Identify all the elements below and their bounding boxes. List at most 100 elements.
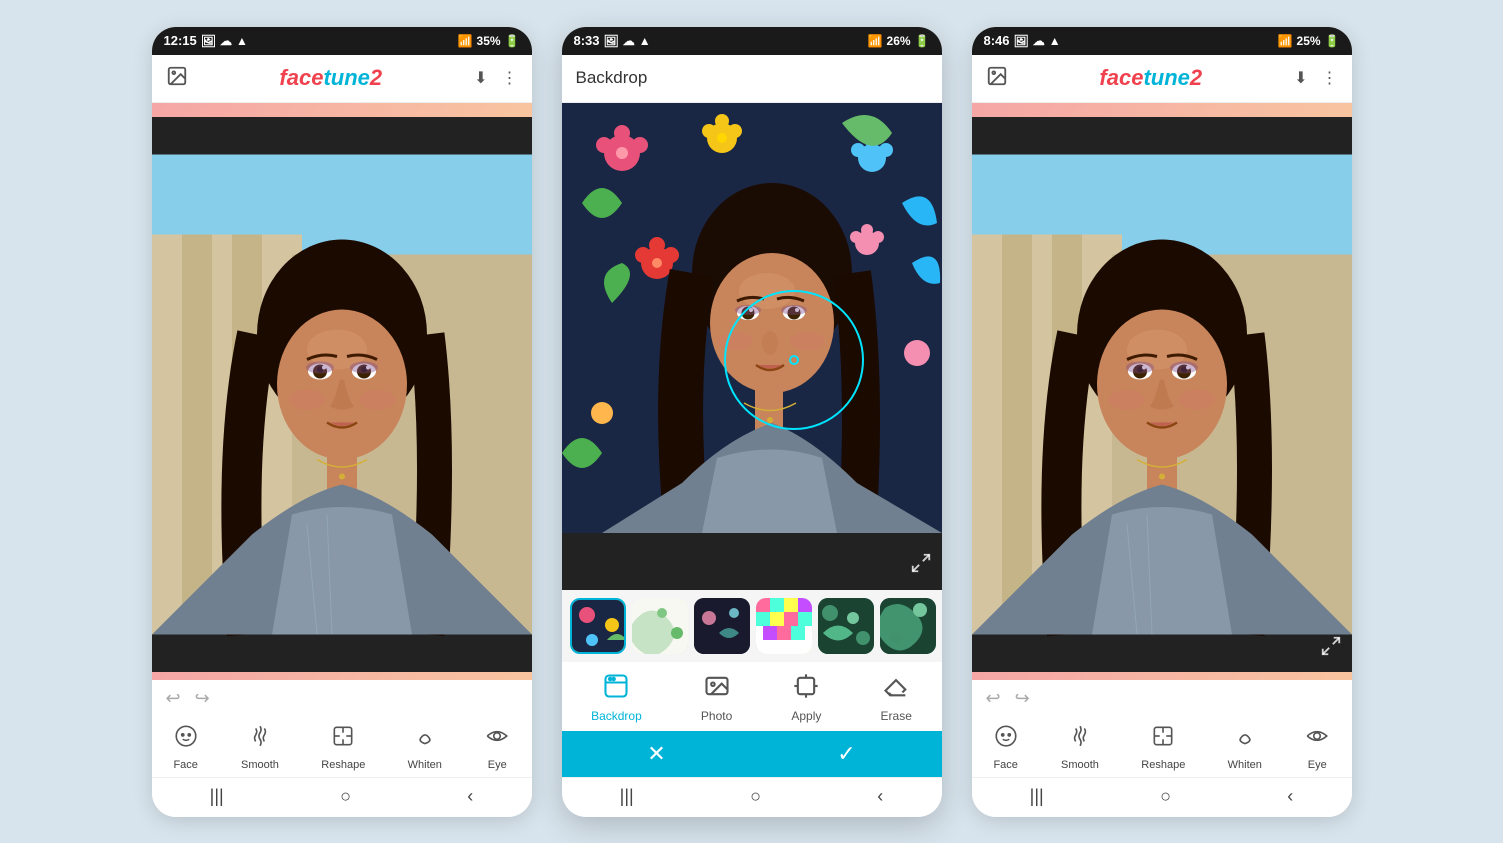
reshape-label-right: Reshape bbox=[1141, 759, 1185, 771]
battery-right: 25% bbox=[1297, 34, 1321, 48]
status-bar-middle: 8:33 🖼 ☁ ▲ 📶 26% 🔋 bbox=[562, 27, 942, 55]
logo-two: 2 bbox=[370, 65, 382, 90]
tool-smooth-left[interactable]: Smooth bbox=[241, 723, 279, 771]
photo-label: Photo bbox=[701, 709, 732, 723]
face-label-left: Face bbox=[173, 759, 197, 771]
erase-label: Erase bbox=[881, 709, 912, 723]
tool-backdrop[interactable]: Backdrop bbox=[591, 672, 642, 723]
bottom-area-right: ↩ ↪ Face bbox=[972, 672, 1352, 817]
gallery-icon-right[interactable] bbox=[986, 65, 1008, 92]
status-bar-left: 12:15 🖼 ☁ ▲ 📶 35% 🔋 bbox=[152, 27, 532, 55]
tool-face-left[interactable]: Face bbox=[173, 723, 199, 771]
gallery-icon-left[interactable] bbox=[166, 65, 188, 92]
smooth-label-left: Smooth bbox=[241, 759, 279, 771]
tool-reshape-left[interactable]: Reshape bbox=[321, 723, 365, 771]
undo-area-left: ↩ ↪ bbox=[152, 680, 532, 713]
nav-back-left[interactable]: ‹ bbox=[467, 786, 473, 807]
backdrop-thumb-6[interactable] bbox=[880, 598, 936, 654]
backdrop-thumb-4[interactable] bbox=[756, 598, 812, 654]
tool-apply[interactable]: Apply bbox=[791, 672, 821, 723]
nav-menu-right[interactable]: ||| bbox=[1030, 786, 1044, 807]
backdrop-thumb-2[interactable] bbox=[632, 598, 688, 654]
face-icon-right bbox=[993, 723, 1019, 755]
tool-erase[interactable]: Erase bbox=[881, 672, 912, 723]
tool-reshape-right[interactable]: Reshape bbox=[1141, 723, 1185, 771]
time-right: 8:46 bbox=[984, 33, 1010, 48]
nav-menu-left[interactable]: ||| bbox=[210, 786, 224, 807]
header-icons-left: ⬇ ⋮ bbox=[474, 68, 517, 88]
backdrop-title: Backdrop bbox=[576, 68, 648, 88]
redo-icon-right[interactable]: ↪ bbox=[1015, 688, 1030, 709]
photo-icon-middle: 🖼 bbox=[604, 34, 619, 48]
whiten-icon-left bbox=[412, 723, 438, 755]
erase-icon bbox=[882, 672, 910, 705]
backdrop-icon bbox=[602, 672, 630, 705]
tool-smooth-right[interactable]: Smooth bbox=[1061, 723, 1099, 771]
corner-crop-icon[interactable] bbox=[910, 552, 932, 580]
nav-bar-right: ||| ○ ‹ bbox=[972, 777, 1352, 817]
bottom-area-left: ↩ ↪ Face bbox=[152, 672, 532, 817]
face-icon-left bbox=[173, 723, 199, 755]
eye-icon-left bbox=[484, 723, 510, 755]
phone-middle: 8:33 🖼 ☁ ▲ 📶 26% 🔋 Backdrop bbox=[562, 27, 942, 817]
nav-back-middle[interactable]: ‹ bbox=[877, 786, 883, 807]
backdrop-thumb-3[interactable] bbox=[694, 598, 750, 654]
backdrop-thumb-5[interactable] bbox=[818, 598, 874, 654]
nav-bar-left: ||| ○ ‹ bbox=[152, 777, 532, 817]
photo-area-left bbox=[152, 117, 532, 672]
undo-icon-right[interactable]: ↩ bbox=[986, 688, 1001, 709]
nav-home-left[interactable]: ○ bbox=[340, 786, 351, 807]
confirm-bar: ✕ ✓ bbox=[562, 731, 942, 777]
more-icon-right[interactable]: ⋮ bbox=[1322, 68, 1338, 88]
tool-whiten-left[interactable]: Whiten bbox=[408, 723, 442, 771]
backdrop-photo bbox=[562, 103, 942, 533]
eye-label-right: Eye bbox=[1308, 759, 1327, 771]
reshape-icon-right bbox=[1150, 723, 1176, 755]
battery-icon-left: 🔋 bbox=[505, 34, 520, 48]
signal-icon-middle: ▲ bbox=[639, 34, 651, 48]
apply-icon bbox=[792, 672, 820, 705]
tool-eye-left[interactable]: Eye bbox=[484, 723, 510, 771]
tool-eye-right[interactable]: Eye bbox=[1304, 723, 1330, 771]
photo-icon-left: 🖼 bbox=[201, 34, 216, 48]
logo-two-right: 2 bbox=[1190, 65, 1202, 90]
corner-crop-icon-right[interactable] bbox=[1320, 635, 1342, 662]
wifi-icon-left: 📶 bbox=[458, 34, 473, 48]
backdrop-thumb-1[interactable] bbox=[570, 598, 626, 654]
cancel-button[interactable]: ✕ bbox=[562, 731, 752, 777]
smooth-label-right: Smooth bbox=[1061, 759, 1099, 771]
tool-face-right[interactable]: Face bbox=[993, 723, 1019, 771]
ok-button[interactable]: ✓ bbox=[752, 731, 942, 777]
cloud-icon-left: ☁ bbox=[220, 34, 232, 48]
middle-tools-row: Backdrop Photo bbox=[562, 662, 942, 731]
portrait-right bbox=[972, 117, 1352, 672]
wifi-icon-right: 📶 bbox=[1278, 34, 1293, 48]
tool-photo[interactable]: Photo bbox=[701, 672, 732, 723]
nav-home-right[interactable]: ○ bbox=[1160, 786, 1171, 807]
accent-bar-right bbox=[972, 103, 1352, 117]
accent-bar-left bbox=[152, 103, 532, 117]
download-icon-right[interactable]: ⬇ bbox=[1294, 68, 1307, 88]
tool-whiten-right[interactable]: Whiten bbox=[1228, 723, 1262, 771]
header-icons-right: ⬇ ⋮ bbox=[1294, 68, 1337, 88]
whiten-label-left: Whiten bbox=[408, 759, 442, 771]
bottom-bar-accent-right bbox=[972, 672, 1352, 680]
time-left: 12:15 bbox=[164, 33, 197, 48]
nav-menu-middle[interactable]: ||| bbox=[620, 786, 634, 807]
reshape-icon-left bbox=[330, 723, 356, 755]
undo-icon-left[interactable]: ↩ bbox=[166, 688, 181, 709]
wifi-icon-middle: 📶 bbox=[868, 34, 883, 48]
arrow-icon-right: ▲ bbox=[1049, 34, 1061, 48]
photo-icon bbox=[703, 672, 731, 705]
more-icon-left[interactable]: ⋮ bbox=[502, 68, 518, 88]
download-icon-left[interactable]: ⬇ bbox=[474, 68, 487, 88]
nav-home-middle[interactable]: ○ bbox=[750, 786, 761, 807]
redo-icon-left[interactable]: ↪ bbox=[195, 688, 210, 709]
logo-tune-right: tune bbox=[1143, 65, 1189, 90]
battery-icon-middle: 🔋 bbox=[915, 34, 930, 48]
undo-area-right: ↩ ↪ bbox=[972, 680, 1352, 713]
app-header-middle: Backdrop bbox=[562, 55, 942, 103]
cloud-icon-middle: ☁ bbox=[623, 34, 635, 48]
nav-back-right[interactable]: ‹ bbox=[1287, 786, 1293, 807]
backdrop-thumbnails bbox=[562, 590, 942, 662]
